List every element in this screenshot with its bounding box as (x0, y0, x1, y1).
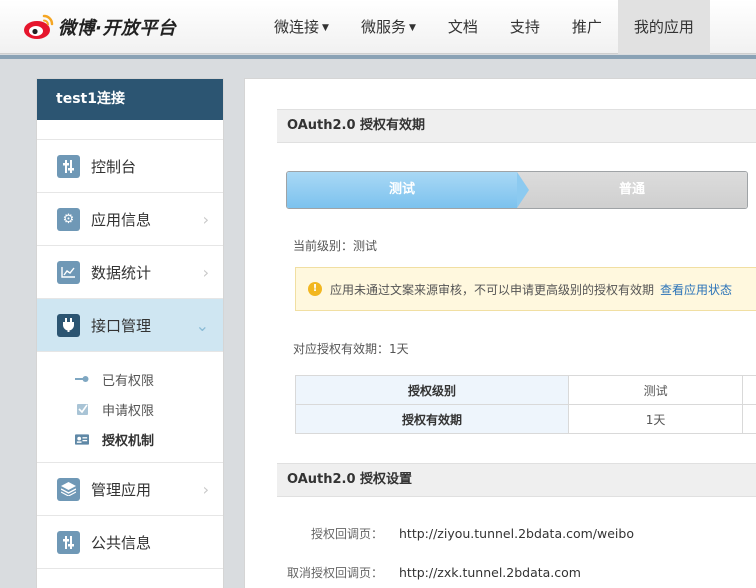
sidebar-item-api-management[interactable]: 接口管理 ⌄ (37, 299, 223, 352)
nav-item-my-apps[interactable]: 我的应用 (617, 0, 710, 54)
table-cell: 1天 (568, 404, 744, 434)
weibo-open-platform-logo[interactable]: 微博·开放平台 (22, 11, 176, 43)
layers-icon (57, 477, 80, 501)
id-card-icon (75, 433, 89, 445)
validity-text: 对应授权有效期：1天 (293, 342, 409, 356)
gear-icon: ⚙ (57, 207, 80, 231)
callback-url-row: 授权回调页： http://ziyou.tunnel.2bdata.com/we… (277, 523, 756, 543)
table-header-cell: 授权有效期 (294, 404, 570, 434)
sidebar-item-label: 数据统计 (91, 263, 152, 282)
cancel-callback-url-value: http://zxk.tunnel.2bdata.com (399, 564, 581, 580)
nav-item-label: 我的应用 (633, 18, 694, 36)
table-header-cell: 授权级别 (294, 375, 570, 405)
authorization-table: 授权级别 测试 授权有效期 1天 (294, 375, 756, 434)
plug-icon (57, 313, 80, 337)
sidebar: test1连接 控制台 ⚙ 应用信息 › 数据统计 › 接口管理 ⌄ 已有权限 (36, 78, 224, 588)
chevron-down-icon: ⌄ (195, 316, 209, 335)
top-header: 微博·开放平台 微连接 ▼ 微服务 ▼ 文档 支持 推广 我的应用 (0, 0, 756, 54)
nav-item-label: 微连接 (274, 18, 320, 36)
cancel-callback-url-row: 取消授权回调页： http://zxk.tunnel.2bdata.com (277, 562, 756, 582)
sidebar-item-label: 管理应用 (91, 480, 152, 499)
step-normal[interactable]: 普通 (517, 172, 747, 208)
chevron-right-icon: › (202, 210, 209, 229)
brand-name: 微博·开放平台 (58, 18, 177, 39)
nav-item-label: 文档 (447, 18, 478, 36)
table-cell: 测试 (568, 375, 744, 405)
table-cell (742, 375, 756, 405)
oauth-settings-heading: OAuth2.0 授权设置 (277, 463, 756, 497)
line-chart-icon (57, 260, 80, 284)
alert-message: 应用未通过文案来源审核，不可以申请更高级别的授权有效期 (330, 282, 655, 297)
chevron-right-icon: › (202, 480, 209, 499)
current-level-text: 当前级别：测试 (293, 239, 378, 253)
nav-item-micro-service[interactable]: 微服务 ▼ (345, 0, 432, 54)
caret-down-icon: ▼ (322, 22, 329, 33)
nav-item-label: 推广 (571, 18, 602, 36)
nav-item-promote[interactable]: 推广 (556, 0, 618, 54)
nav-item-support[interactable]: 支持 (494, 0, 556, 54)
authorization-level-steps: 测试 普通 (286, 171, 748, 209)
header-divider (0, 55, 756, 59)
table-row: 授权有效期 1天 (294, 404, 756, 434)
field-label: 授权回调页： (310, 526, 383, 541)
field-label: 取消授权回调页： (286, 565, 383, 580)
table-row: 授权级别 测试 (294, 375, 756, 405)
sidebar-item-app-info[interactable]: ⚙ 应用信息 › (37, 193, 223, 246)
submenu-item-apply-permissions[interactable]: 申请权限 (37, 394, 223, 424)
main-content: OAuth2.0 授权有效期 测试 普通 当前级别：测试 ! 应用未通过文案来源… (244, 78, 756, 588)
step-test[interactable]: 测试 (287, 172, 529, 208)
sidebar-item-label: 接口管理 (91, 316, 152, 335)
review-alert: ! 应用未通过文案来源审核，不可以申请更高级别的授权有效期 查看应用状态 (295, 267, 756, 311)
sidebar-item-label: 控制台 (91, 157, 137, 176)
warning-icon: ! (308, 282, 322, 296)
api-management-submenu: 已有权限 申请权限 授权机制 (37, 352, 223, 463)
sidebar-item-public-info[interactable]: 公共信息 (37, 516, 223, 569)
submenu-item-label: 申请权限 (102, 403, 155, 419)
nav-item-micro-connect[interactable]: 微连接 ▼ (258, 0, 345, 54)
key-icon (75, 373, 89, 385)
sliders-icon (57, 530, 80, 554)
weibo-eye-icon (22, 12, 56, 42)
nav-item-label: 支持 (509, 18, 540, 36)
view-app-status-link[interactable]: 查看应用状态 (660, 281, 732, 298)
sidebar-item-manage-apps[interactable]: 管理应用 › (37, 463, 223, 516)
main-nav: 微连接 ▼ 微服务 ▼ 文档 支持 推广 我的应用 (258, 0, 710, 54)
callback-url-value: http://ziyou.tunnel.2bdata.com/weibo (399, 525, 634, 541)
sidebar-spacer (37, 120, 223, 140)
sidebar-item-label: 应用信息 (91, 210, 152, 229)
table-cell (742, 404, 756, 434)
nav-item-label: 微服务 (360, 18, 406, 36)
oauth-validity-heading: OAuth2.0 授权有效期 (277, 109, 756, 143)
caret-down-icon: ▼ (408, 22, 416, 33)
submenu-item-existing-permissions[interactable]: 已有权限 (37, 364, 223, 394)
submenu-item-auth-mechanism[interactable]: 授权机制 (37, 424, 223, 454)
sliders-icon (57, 154, 80, 178)
app-title: test1连接 (37, 79, 223, 120)
checkbox-icon (75, 403, 89, 415)
chevron-right-icon: › (202, 263, 209, 282)
sidebar-item-console[interactable]: 控制台 (37, 140, 223, 193)
sidebar-item-label: 公共信息 (91, 533, 152, 552)
submenu-item-label: 已有权限 (102, 373, 155, 389)
sidebar-item-statistics[interactable]: 数据统计 › (37, 246, 223, 299)
submenu-item-label: 授权机制 (102, 433, 155, 449)
nav-item-docs[interactable]: 文档 (432, 0, 494, 54)
